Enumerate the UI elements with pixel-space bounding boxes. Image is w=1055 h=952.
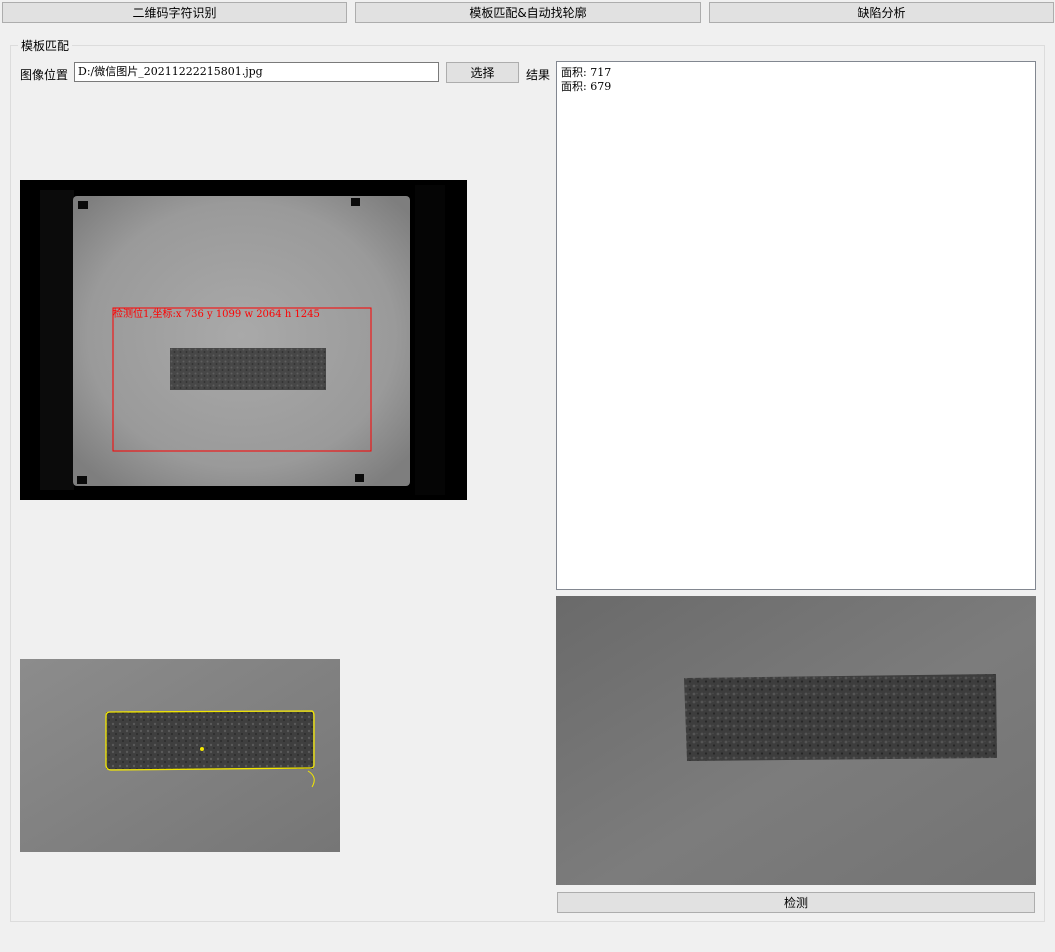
tab-template-matching[interactable]: 模板匹配&自动找轮廓 bbox=[355, 2, 701, 23]
results-textbox[interactable]: 面积: 717 面积: 679 bbox=[556, 61, 1036, 590]
tab-qr-ocr-label: 二维码字符识别 bbox=[132, 6, 217, 20]
template-image bbox=[556, 596, 1036, 885]
select-file-button[interactable]: 选择 bbox=[446, 62, 519, 83]
contour-image bbox=[20, 659, 340, 852]
select-file-button-label: 选择 bbox=[470, 66, 495, 80]
tab-defect-analysis[interactable]: 缺陷分析 bbox=[709, 2, 1054, 23]
template-image-view bbox=[556, 596, 1036, 885]
image-path-input[interactable]: D:/微信图片_20211222215801.jpg bbox=[74, 62, 439, 82]
result-line: 面积: 679 bbox=[561, 80, 612, 93]
detect-button-label: 检测 bbox=[783, 896, 808, 910]
detect-button[interactable]: 检测 bbox=[557, 892, 1035, 913]
result-line: 面积: 717 bbox=[561, 66, 612, 79]
source-image-view: 检测位1,坐标:x 736 y 1099 w 2064 h 1245 bbox=[20, 180, 467, 500]
group-title: 模板匹配 bbox=[18, 37, 73, 54]
tab-defect-analysis-label: 缺陷分析 bbox=[857, 6, 906, 20]
contour-image-view bbox=[20, 659, 340, 852]
tab-qr-ocr[interactable]: 二维码字符识别 bbox=[2, 2, 347, 23]
image-path-label: 图像位置 bbox=[20, 68, 69, 82]
tab-template-matching-label: 模板匹配&自动找轮廓 bbox=[469, 6, 587, 20]
source-image: 检测位1,坐标:x 736 y 1099 w 2064 h 1245 bbox=[20, 180, 467, 500]
match-annotation: 检测位1,坐标:x 736 y 1099 w 2064 h 1245 bbox=[113, 307, 320, 320]
result-label: 结果 bbox=[526, 68, 551, 82]
